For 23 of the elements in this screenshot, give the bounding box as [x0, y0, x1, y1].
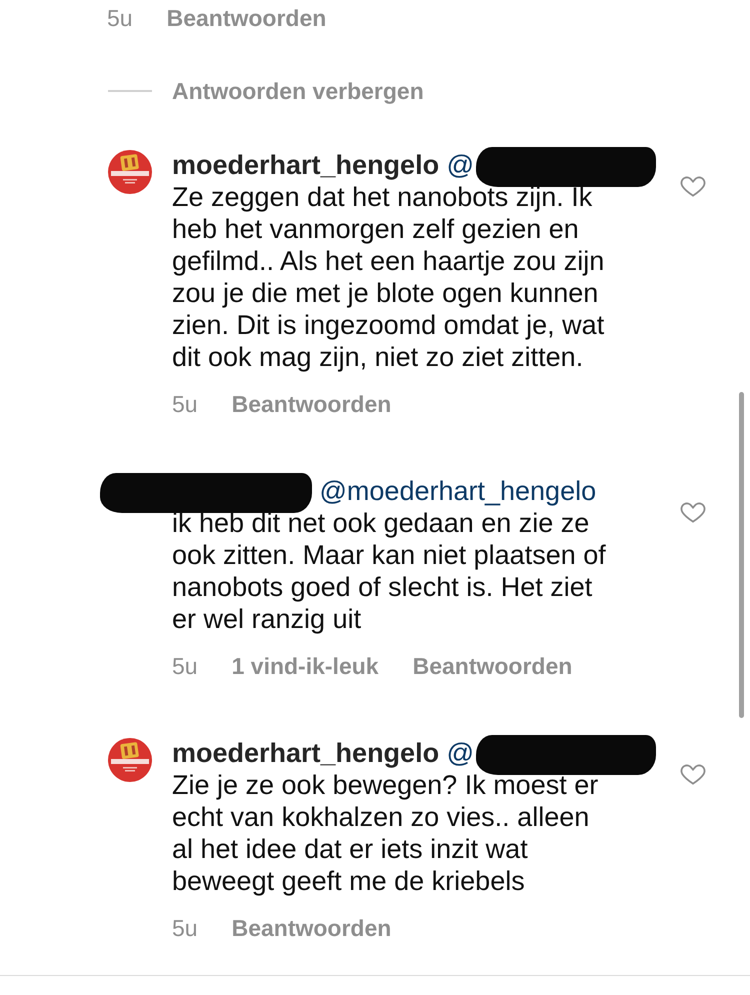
- timestamp: 5u: [107, 4, 133, 32]
- reply-button[interactable]: Beantwoorden: [232, 390, 392, 418]
- timestamp: 5u: [172, 914, 198, 942]
- mention-link[interactable]: @: [446, 738, 474, 768]
- comment-text: Ze zeggen dat het nanobots zijn. Ik heb het vanmorgen zelf gezien en gefilmd.. Als het een haartje zou zijn zou je die met je blote ogen kunnen zien. Dit is ingezoomd omdat je, wat dit ook mag zijn, niet zo ziet zitten.: [172, 181, 606, 373]
- comment-text: ik heb dit net ook gedaan en zie ze ook zitten. Maar kan niet plaatsen of nanobots goed of slecht is. Het ziet er wel ranzig uit: [172, 507, 607, 635]
- reply-button[interactable]: Beantwoorden: [412, 652, 572, 680]
- mention-link[interactable]: @: [446, 150, 474, 180]
- mention-link[interactable]: @moederhart_hengelo: [320, 476, 596, 506]
- timestamp: 5u: [172, 652, 198, 680]
- logo-avatar-icon[interactable]: [108, 738, 152, 782]
- heart-icon[interactable]: [680, 501, 706, 524]
- hide-replies-button[interactable]: Antwoorden verbergen: [172, 77, 424, 105]
- reply-button[interactable]: Beantwoorden: [232, 914, 392, 942]
- heart-icon[interactable]: [680, 175, 706, 198]
- username[interactable]: moederhart_hengelo: [172, 150, 440, 180]
- likes-count-link[interactable]: 1 vind-ik-leuk: [232, 652, 379, 680]
- reply-button[interactable]: Beantwoorden: [166, 4, 326, 32]
- heart-icon[interactable]: [680, 763, 706, 786]
- username[interactable]: moederhart_hengelo: [172, 738, 440, 768]
- timestamp: 5u: [172, 390, 198, 418]
- logo-avatar-icon[interactable]: [108, 150, 152, 194]
- comment-text: Zie je ze ook bewegen? Ik moest er echt van kokhalzen zo vies.. alleen al het idee dat er iets inzit wat beweegt geeft me de kriebels: [172, 769, 600, 897]
